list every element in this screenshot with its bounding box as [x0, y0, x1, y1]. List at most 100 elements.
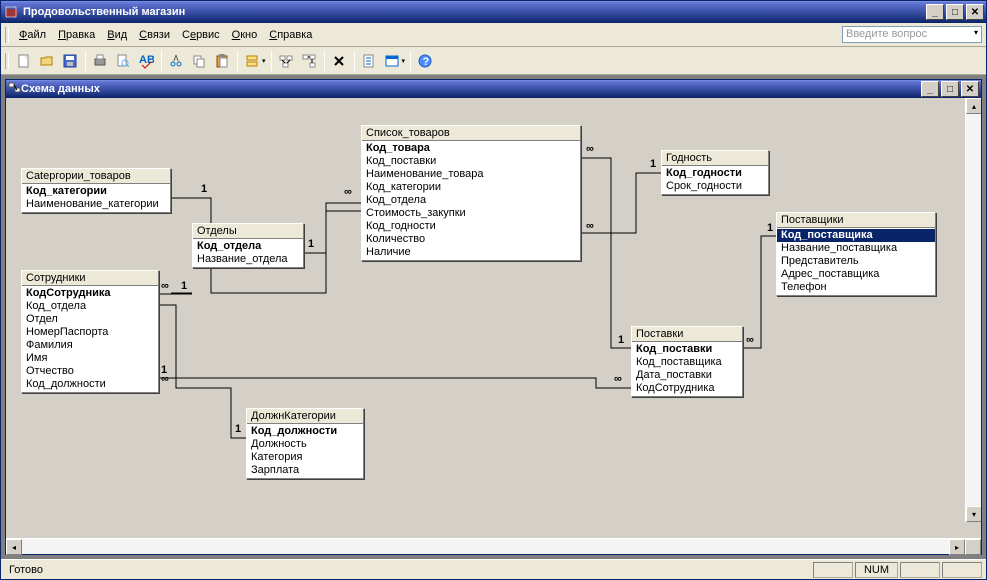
field[interactable]: КодСотрудника [632, 382, 742, 395]
field[interactable]: Код_поставщика [777, 229, 935, 242]
scroll-up-icon[interactable]: ▴ [966, 98, 981, 114]
rel-one: 1 [650, 158, 656, 170]
field[interactable]: Количество [362, 233, 580, 246]
field[interactable]: Фамилия [22, 339, 158, 352]
field[interactable]: Отчество [22, 365, 158, 378]
field[interactable]: Наличие [362, 246, 580, 259]
title-bar[interactable]: Продовольственный магазин _ □ ✕ [1, 1, 986, 23]
field[interactable]: Дата_поставки [632, 369, 742, 382]
field[interactable]: Представитель [777, 255, 935, 268]
new-icon[interactable] [13, 50, 35, 72]
scroll-corner [965, 539, 981, 555]
field[interactable]: Код_отдела [193, 240, 303, 253]
menu-view[interactable]: Вид [101, 27, 133, 43]
field[interactable]: Телефон [777, 281, 935, 294]
paste-icon[interactable] [211, 50, 233, 72]
minimize-button[interactable]: _ [926, 4, 944, 20]
table-categories[interactable]: Catергории_товаров Код_категории Наимено… [21, 168, 171, 213]
question-input[interactable]: Введите вопрос▾ [842, 26, 982, 43]
clear-layout-icon[interactable] [328, 50, 350, 72]
table-title: Отделы [193, 224, 303, 239]
field[interactable]: Код_поставки [632, 343, 742, 356]
field[interactable]: Код_годности [362, 220, 580, 233]
show-table-dropdown[interactable]: ▾ [262, 57, 266, 65]
field[interactable]: Название_поставщика [777, 242, 935, 255]
field[interactable]: Срок_годности [662, 180, 768, 193]
field[interactable]: Наименование_товара [362, 168, 580, 181]
field[interactable]: Код_категории [362, 181, 580, 194]
child-minimize-button[interactable]: _ [921, 81, 939, 97]
field[interactable]: Категория [247, 451, 363, 464]
field[interactable]: Код_товара [362, 142, 580, 155]
table-employees[interactable]: Сотрудники КодСотрудника Код_отдела Отде… [21, 270, 159, 393]
help-icon[interactable]: ? [414, 50, 436, 72]
scroll-right-icon[interactable]: ▸ [949, 539, 965, 555]
scroll-left-icon[interactable]: ◂ [6, 539, 22, 555]
field[interactable]: Код_отдела [22, 300, 158, 313]
table-products[interactable]: Список_товаров Код_товара Код_поставки Н… [361, 125, 581, 261]
table-suppliers[interactable]: Поставщики Код_поставщика Название_поста… [776, 212, 936, 296]
preview-icon[interactable] [112, 50, 134, 72]
table-positions[interactable]: ДолжнКатегории Код_должности Должность К… [246, 408, 364, 479]
menu-grip[interactable] [5, 27, 9, 43]
db-window-dropdown[interactable]: ▾ [402, 57, 406, 65]
show-direct-icon[interactable] [298, 50, 320, 72]
cut-icon[interactable] [165, 50, 187, 72]
horizontal-scrollbar[interactable]: ◂ ▸ [6, 538, 981, 554]
schema-canvas[interactable]: 1 ∞ 1 ∞ 1 1 ∞ ∞ 1 ∞ 1 ∞ 1 1 ∞ Catергории… [6, 98, 981, 538]
field[interactable]: Наименование_категории [22, 198, 170, 211]
field[interactable]: Код_отдела [362, 194, 580, 207]
close-button[interactable]: ✕ [966, 4, 984, 20]
child-maximize-button[interactable]: □ [941, 81, 959, 97]
show-table-icon[interactable] [241, 50, 263, 72]
maximize-button[interactable]: □ [946, 4, 964, 20]
field[interactable]: Код_годности [662, 167, 768, 180]
field[interactable]: Код_поставки [362, 155, 580, 168]
status-scrl [900, 562, 940, 578]
db-window-icon[interactable] [381, 50, 403, 72]
menu-window[interactable]: Окно [226, 27, 264, 43]
status-ins [942, 562, 982, 578]
vertical-scrollbar[interactable]: ▴ ▾ [965, 98, 981, 522]
table-title: Поставки [632, 327, 742, 342]
field[interactable]: Код_категории [22, 185, 170, 198]
schema-window[interactable]: Схема данных _ □ ✕ [5, 79, 982, 555]
table-expiry[interactable]: Годность Код_годности Срок_годности [661, 150, 769, 195]
table-title: ДолжнКатегории [247, 409, 363, 424]
save-icon[interactable] [59, 50, 81, 72]
menu-service[interactable]: Сервис [176, 27, 226, 43]
print-icon[interactable] [89, 50, 111, 72]
field[interactable]: КодСотрудника [22, 287, 158, 300]
table-deliveries[interactable]: Поставки Код_поставки Код_поставщика Дат… [631, 326, 743, 397]
field[interactable]: Название_отдела [193, 253, 303, 266]
menu-file[interactable]: Файл [13, 27, 52, 43]
field[interactable]: Стоимость_закупки [362, 207, 580, 220]
field[interactable]: Зарплата [247, 464, 363, 477]
toolbar-grip[interactable] [5, 53, 9, 69]
menu-relations[interactable]: Связи [133, 27, 176, 43]
menu-help[interactable]: Справка [263, 27, 318, 43]
schema-title-bar[interactable]: Схема данных _ □ ✕ [6, 80, 981, 98]
field[interactable]: Адрес_поставщика [777, 268, 935, 281]
rel-one: 1 [161, 364, 167, 376]
rel-one: 1 [308, 238, 314, 250]
relationships-icon[interactable] [275, 50, 297, 72]
field[interactable]: НомерПаспорта [22, 326, 158, 339]
table-title: Поставщики [777, 213, 935, 228]
field[interactable]: Код_поставщика [632, 356, 742, 369]
field[interactable]: Код_должности [247, 425, 363, 438]
table-departments[interactable]: Отделы Код_отдела Название_отдела [192, 223, 304, 268]
field[interactable]: Код_должности [22, 378, 158, 391]
properties-icon[interactable] [358, 50, 380, 72]
field[interactable]: Имя [22, 352, 158, 365]
field[interactable]: Должность [247, 438, 363, 451]
scroll-down-icon[interactable]: ▾ [966, 506, 981, 522]
field[interactable]: Отдел [22, 313, 158, 326]
schema-title: Схема данных [21, 83, 919, 95]
child-close-button[interactable]: ✕ [961, 81, 979, 97]
copy-icon[interactable] [188, 50, 210, 72]
rel-many: ∞ [586, 220, 594, 232]
spell-icon[interactable]: ABC [135, 50, 157, 72]
menu-edit[interactable]: Правка [52, 27, 101, 43]
open-icon[interactable] [36, 50, 58, 72]
